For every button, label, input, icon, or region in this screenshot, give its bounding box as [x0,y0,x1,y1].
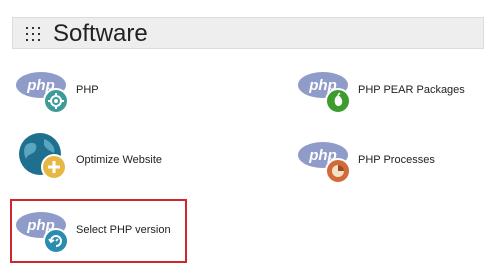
php-settings-icon: php [16,66,72,114]
php-processes-item[interactable]: php PHP Processes [298,136,435,184]
optimize-website-item[interactable]: Optimize Website [16,133,162,184]
php-processes-icon: php [298,136,354,184]
grip-icon[interactable] [26,27,40,41]
php-label: PHP [76,84,99,96]
section-header: Software [12,17,484,49]
selection-highlight-box [10,199,187,263]
section-title: Software [53,20,148,47]
php-pear-packages-label: PHP PEAR Packages [358,84,465,96]
optimize-website-label: Optimize Website [76,154,162,166]
php-processes-label: PHP Processes [358,154,435,166]
php-item[interactable]: php PHP [16,66,99,114]
php-pear-packages-item[interactable]: php PHP PEAR Packages [298,66,465,114]
optimize-website-icon [16,133,72,184]
php-pear-icon: php [298,66,354,114]
